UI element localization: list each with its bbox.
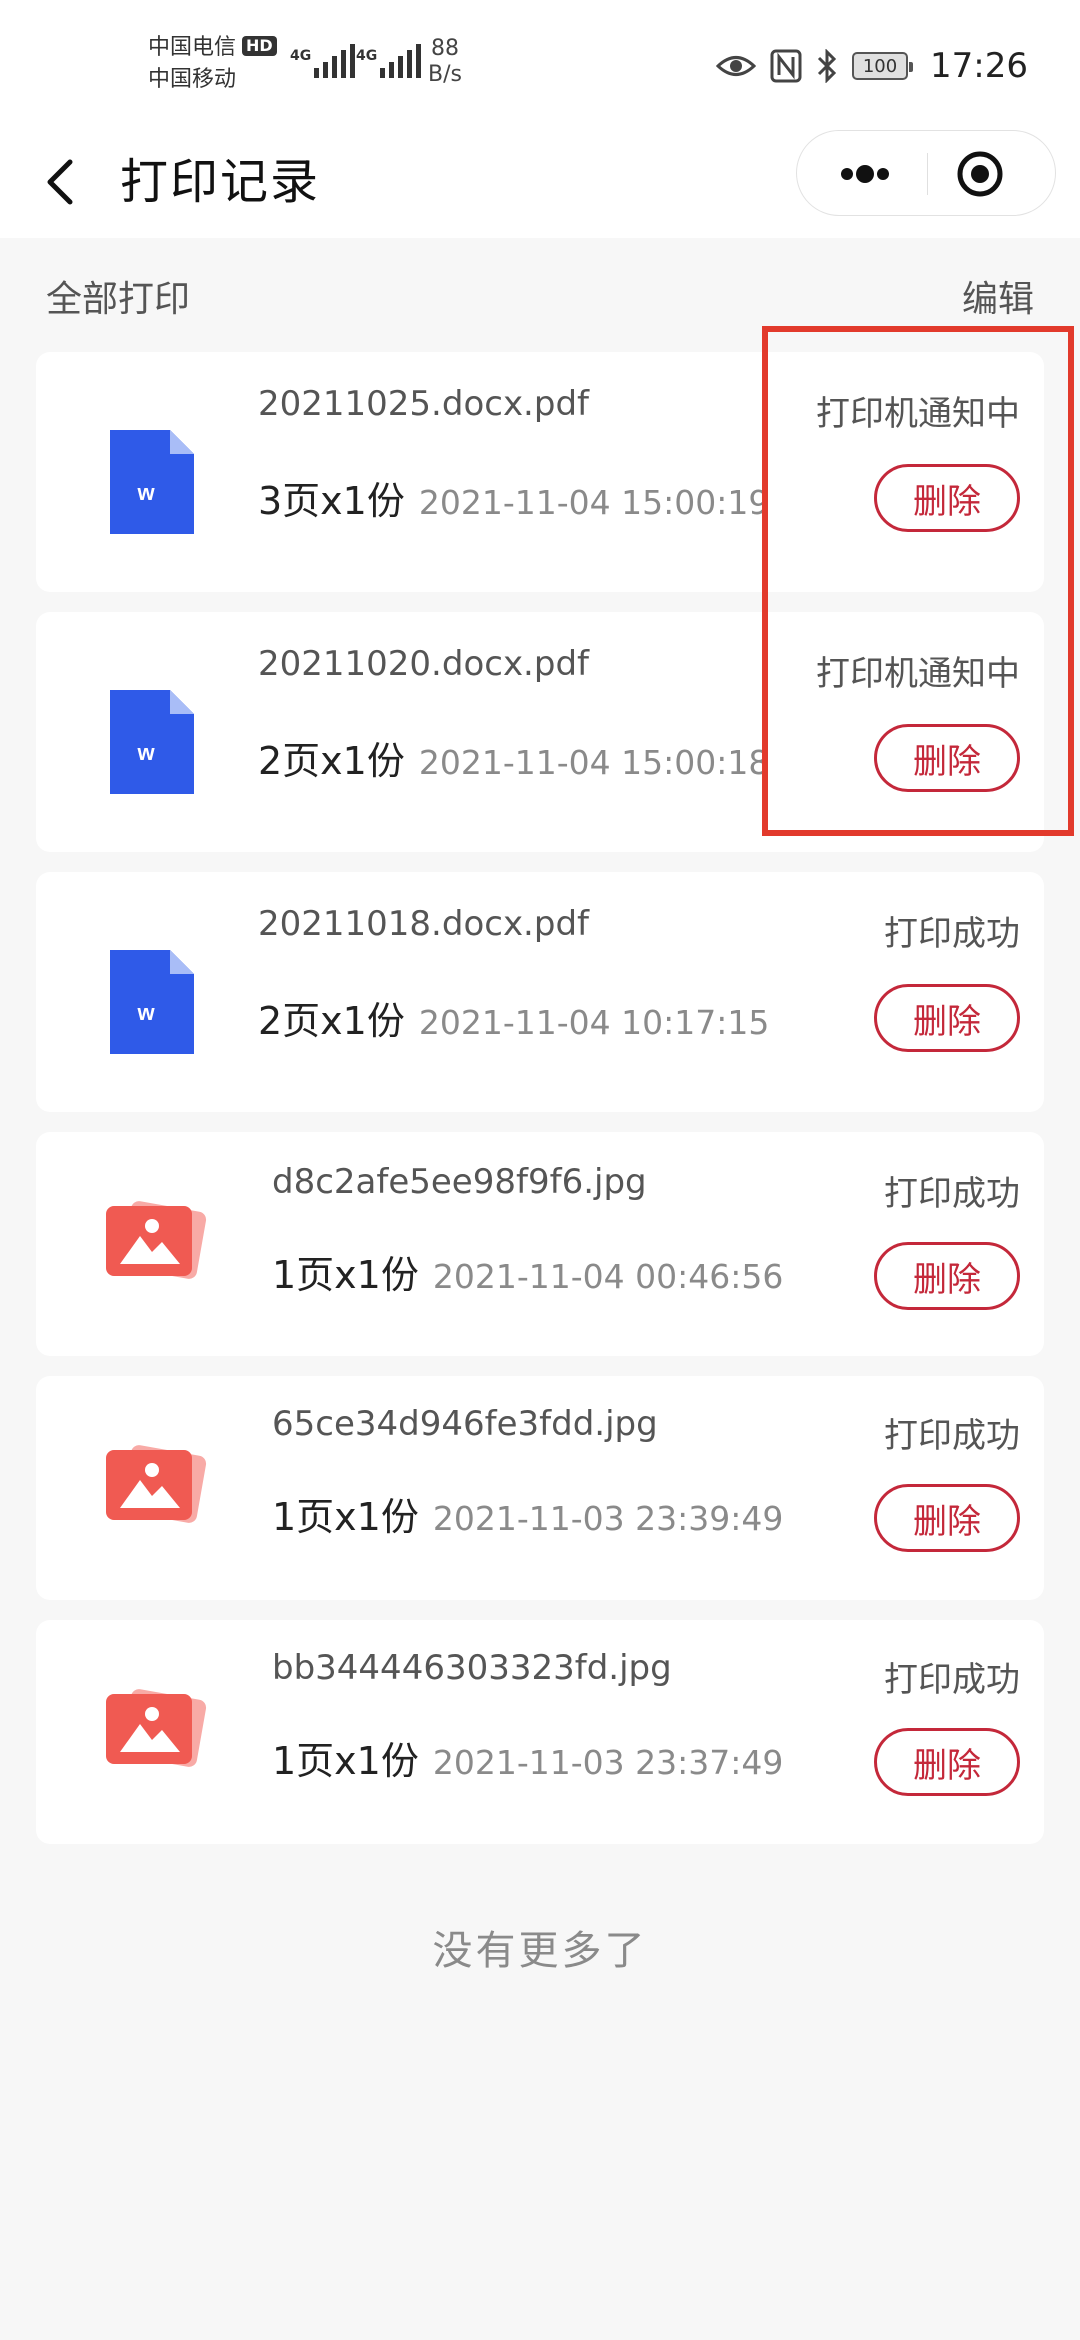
print-date: 2021-11-04 10:17:15 — [418, 1003, 770, 1042]
print-status: 打印机通知中 — [816, 394, 1020, 434]
carrier-2: 中国移动 — [148, 67, 237, 92]
status-icons: 100 17:26 — [716, 46, 1028, 86]
print-status: 打印机通知中 — [816, 654, 1020, 694]
edit-button[interactable]: 编辑 — [962, 270, 1034, 322]
delete-button[interactable]: 删除 — [874, 984, 1020, 1052]
no-more-text: 没有更多了 — [432, 1928, 648, 1974]
print-record-list: w 20211025.docx.pdf 3页x1份 2021-11-04 15:0… — [36, 352, 1044, 1864]
svg-text:w: w — [136, 480, 155, 505]
page-count: 1页x1份 — [272, 1495, 419, 1539]
list-item[interactable]: bb344446303323fd.jpg 1页x1份 2021-11-03 23:… — [36, 1620, 1044, 1844]
print-date: 2021-11-04 15:00:18 — [418, 743, 770, 782]
record-meta: 3页x1份 2021-11-04 15:00:19 — [258, 470, 769, 525]
battery-icon: 100 — [852, 52, 914, 80]
print-date: 2021-11-03 23:39:49 — [432, 1499, 784, 1538]
record-meta: 2页x1份 2021-11-04 15:00:18 — [258, 730, 769, 785]
file-name: 65ce34d946fe3fdd.jpg — [272, 1404, 658, 1444]
image-file-icon — [106, 1689, 207, 1767]
record-meta: 1页x1份 2021-11-03 23:39:49 — [272, 1486, 783, 1541]
more-icon[interactable] — [825, 153, 905, 195]
signal-label: 4G — [356, 48, 378, 64]
print-date: 2021-11-04 15:00:19 — [418, 483, 770, 522]
print-date: 2021-11-04 00:46:56 — [432, 1257, 784, 1296]
page-count: 1页x1份 — [272, 1739, 419, 1783]
clock: 17:26 — [930, 46, 1028, 86]
delete-button[interactable]: 删除 — [874, 1728, 1020, 1796]
delete-button[interactable]: 删除 — [874, 1484, 1020, 1552]
word-doc-icon: w — [110, 430, 194, 534]
carrier-1: 中国电信 — [148, 35, 237, 60]
page-count: 2页x1份 — [258, 999, 405, 1043]
title-bar: 打印记录 — [0, 130, 1080, 238]
network-speed: 88 B/s — [428, 36, 462, 88]
file-name: 20211018.docx.pdf — [258, 904, 590, 944]
delete-button[interactable]: 删除 — [874, 724, 1020, 792]
word-doc-icon: w — [110, 950, 194, 1054]
page-count: 3页x1份 — [258, 479, 405, 523]
list-item[interactable]: w 20211025.docx.pdf 3页x1份 2021-11-04 15:0… — [36, 352, 1044, 592]
list-item[interactable]: w 20211018.docx.pdf 2页x1份 2021-11-04 10:1… — [36, 872, 1044, 1112]
list-item[interactable]: w 20211020.docx.pdf 2页x1份 2021-11-04 15:0… — [36, 612, 1044, 852]
back-arrow-icon[interactable] — [36, 150, 96, 214]
file-name: d8c2afe5ee98f9f6.jpg — [272, 1162, 647, 1202]
image-file-icon — [106, 1445, 207, 1523]
svg-text:w: w — [136, 1000, 155, 1025]
page-count: 1页x1份 — [272, 1253, 419, 1297]
delete-button[interactable]: 删除 — [874, 464, 1020, 532]
record-meta: 2页x1份 2021-11-04 10:17:15 — [258, 990, 769, 1045]
list-item[interactable]: 65ce34d946fe3fdd.jpg 1页x1份 2021-11-03 23:… — [36, 1376, 1044, 1600]
print-status: 打印成功 — [884, 1660, 1020, 1700]
status-bar: 中国电信 HD 中国移动 4G 4G 88 B/s 100 17:26 — [0, 0, 1080, 130]
bluetooth-icon — [817, 49, 837, 83]
file-name: 20211025.docx.pdf — [258, 384, 590, 424]
capsule-divider — [927, 153, 928, 195]
eye-icon — [716, 56, 757, 76]
hd-badge: HD — [242, 36, 277, 56]
battery-level: 100 — [862, 55, 898, 77]
section-title: 全部打印 — [46, 279, 191, 320]
file-name: 20211020.docx.pdf — [258, 644, 590, 684]
page-count: 2页x1份 — [258, 739, 405, 783]
print-status: 打印成功 — [884, 1416, 1020, 1456]
carrier-info: 中国电信 HD 中国移动 — [148, 32, 277, 96]
file-name: bb344446303323fd.jpg — [272, 1648, 672, 1688]
list-item[interactable]: d8c2afe5ee98f9f6.jpg 1页x1份 2021-11-04 00:… — [36, 1132, 1044, 1356]
nfc-icon — [770, 49, 802, 83]
close-target-icon[interactable] — [955, 149, 1005, 199]
print-date: 2021-11-03 23:37:49 — [432, 1743, 784, 1782]
record-meta: 1页x1份 2021-11-03 23:37:49 — [272, 1730, 783, 1785]
image-file-icon — [106, 1201, 207, 1279]
delete-button[interactable]: 删除 — [874, 1242, 1020, 1310]
record-meta: 1页x1份 2021-11-04 00:46:56 — [272, 1244, 783, 1299]
mini-program-capsule — [796, 130, 1056, 216]
speed-value: 88 — [430, 36, 459, 61]
page-title: 打印记录 — [120, 154, 321, 210]
speed-unit: B/s — [428, 62, 462, 87]
print-status: 打印成功 — [884, 914, 1020, 954]
word-doc-icon: w — [110, 690, 194, 794]
signal-label: 4G — [290, 48, 312, 64]
svg-text:w: w — [136, 740, 155, 765]
print-status: 打印成功 — [884, 1174, 1020, 1214]
